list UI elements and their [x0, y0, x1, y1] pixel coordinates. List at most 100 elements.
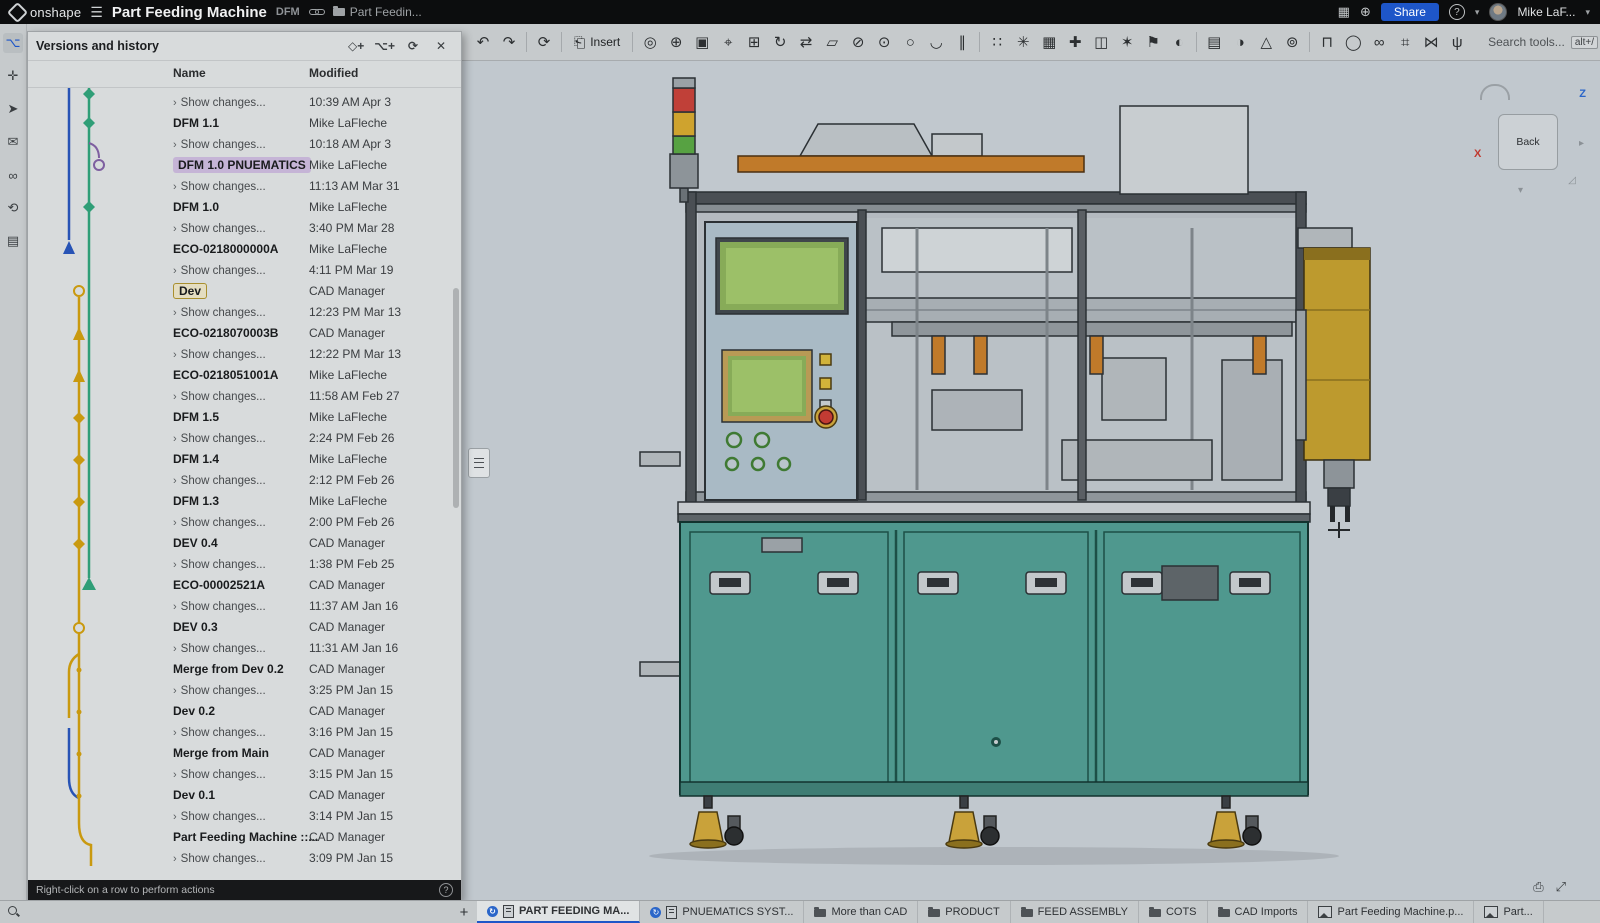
redo-icon[interactable]: ↷	[496, 29, 522, 55]
rotate-down-icon[interactable]: ▾	[1518, 185, 1523, 196]
rotate-right-icon[interactable]: ▸	[1579, 138, 1584, 149]
slider-mate-icon[interactable]: ⇄	[793, 29, 819, 55]
show-changes-link[interactable]: Show changes...	[181, 97, 266, 109]
version-row[interactable]: Dev 0.2CAD Manager›Show changes...3:16 P…	[28, 701, 461, 743]
show-changes-link[interactable]: Show changes...	[181, 559, 266, 571]
create-branch-icon[interactable]: ⌥+	[372, 36, 397, 56]
show-changes-link[interactable]: Show changes...	[181, 517, 266, 529]
column-name[interactable]: Name	[173, 66, 206, 80]
parallel-mate-icon[interactable]: ∥	[949, 29, 975, 55]
show-changes-link[interactable]: Show changes...	[181, 223, 266, 235]
version-row[interactable]: DFM 1.5Mike LaFleche›Show changes...2:24…	[28, 407, 461, 449]
versions-history-icon[interactable]: ⌥	[3, 33, 23, 53]
multi-select-icon[interactable]: ψ	[1444, 29, 1470, 55]
loop-select-icon[interactable]: ◯	[1340, 29, 1366, 55]
fastened-mate-icon[interactable]: ⊞	[741, 29, 767, 55]
transform-icon[interactable]: ✚	[1062, 29, 1088, 55]
rotate-corner-icon[interactable]: ◿	[1568, 175, 1576, 186]
intersection-select-icon[interactable]: ⋈	[1418, 29, 1444, 55]
version-row[interactable]: DFM 1.0 PNUEMATICSMike LaFleche›Show cha…	[28, 155, 461, 197]
insert-button[interactable]: ⎗ Insert	[566, 31, 628, 54]
mate-icon[interactable]: ⊕	[663, 29, 689, 55]
sheet-metal-icon[interactable]: △	[1253, 29, 1279, 55]
globe-icon[interactable]: ⊕	[1360, 4, 1371, 20]
named-views-icon[interactable]: ◎	[637, 29, 663, 55]
show-changes-link[interactable]: Show changes...	[181, 433, 266, 445]
user-avatar[interactable]	[1489, 3, 1507, 21]
linear-pattern-icon[interactable]: ∷	[984, 29, 1010, 55]
version-row[interactable]: Merge from Dev 0.2CAD Manager›Show chang…	[28, 659, 461, 701]
exploded-view-icon[interactable]: ✶	[1114, 29, 1140, 55]
snapshot-icon[interactable]: ◫	[1088, 29, 1114, 55]
follow-mode-icon[interactable]: ➤	[3, 99, 23, 119]
version-row[interactable]: DFM 1.3Mike LaFleche›Show changes...2:00…	[28, 491, 461, 533]
document-tab[interactable]: COTS	[1139, 901, 1208, 923]
show-changes-link[interactable]: Show changes...	[181, 139, 266, 151]
fit-view-icon[interactable]: ⤢	[1556, 879, 1566, 895]
breadcrumb[interactable]: Part Feedin...	[333, 5, 422, 19]
document-tab[interactable]: Part...	[1474, 901, 1543, 923]
column-modified[interactable]: Modified	[309, 66, 358, 80]
version-row[interactable]: DEV 0.4CAD Manager›Show changes...1:38 P…	[28, 533, 461, 575]
print-icon[interactable]: ⎙	[1533, 879, 1543, 895]
linked-documents-icon[interactable]: ∞	[3, 165, 23, 185]
version-row[interactable]: ›Show changes...10:39 AM Apr 3	[28, 92, 461, 113]
version-row[interactable]: ECO-0218070003BCAD Manager›Show changes.…	[28, 323, 461, 365]
search-tabs-button[interactable]	[0, 901, 27, 923]
pin-slot-mate-icon[interactable]: ⊙	[871, 29, 897, 55]
show-changes-link[interactable]: Show changes...	[181, 643, 266, 655]
refresh-icon[interactable]: ⟳	[401, 36, 425, 56]
custom-tables-icon[interactable]: ▤	[3, 231, 23, 251]
revolute-mate-icon[interactable]: ↻	[767, 29, 793, 55]
display-states-icon[interactable]: ◐	[1166, 29, 1192, 55]
version-row[interactable]: DFM 1.1Mike LaFleche›Show changes...10:1…	[28, 113, 461, 155]
undo-icon[interactable]: ↶	[470, 29, 496, 55]
show-changes-link[interactable]: Show changes...	[181, 391, 266, 403]
circular-pattern-icon[interactable]: ✳	[1010, 29, 1036, 55]
document-tab[interactable]: ↻PNUEMATICS SYST...	[640, 901, 804, 923]
version-row[interactable]: Dev 0.1CAD Manager›Show changes...3:14 P…	[28, 785, 461, 827]
group-parts-icon[interactable]: ▣	[689, 29, 715, 55]
onshape-logo[interactable]: onshape	[10, 5, 81, 20]
tangent-mate-icon[interactable]: ◡	[923, 29, 949, 55]
rotate-arc-icon[interactable]	[1480, 84, 1510, 100]
hole-icon[interactable]: ⊚	[1279, 29, 1305, 55]
appearance-icon[interactable]: ◑	[1227, 29, 1253, 55]
close-icon[interactable]: ✕	[429, 36, 453, 56]
chain-select-icon[interactable]: ∞	[1366, 29, 1392, 55]
copy-link-icon[interactable]	[309, 8, 324, 16]
update-document-icon[interactable]: ⟳	[531, 29, 557, 55]
ball-mate-icon[interactable]: ○	[897, 29, 923, 55]
show-changes-link[interactable]: Show changes...	[181, 811, 266, 823]
bom-table-icon[interactable]: ▤	[1201, 29, 1227, 55]
show-changes-link[interactable]: Show changes...	[181, 685, 266, 697]
show-changes-link[interactable]: Show changes...	[181, 181, 266, 193]
magnet-snap-icon[interactable]: ⊓	[1314, 29, 1340, 55]
share-button[interactable]: Share	[1381, 3, 1439, 21]
document-tab[interactable]: ↻PART FEEDING MA...	[477, 901, 640, 923]
version-row[interactable]: Merge from MainCAD Manager›Show changes.…	[28, 743, 461, 785]
search-tools[interactable]: Search tools... alt+/	[1488, 35, 1600, 49]
view-cube[interactable]: Back Z X ▸ ▾ ◿	[1474, 82, 1586, 204]
create-version-icon[interactable]: ◇+	[344, 36, 368, 56]
version-row[interactable]: ECO-0218000000AMike LaFleche›Show change…	[28, 239, 461, 281]
show-changes-link[interactable]: Show changes...	[181, 349, 266, 361]
create-version-icon[interactable]: ✛	[3, 66, 23, 86]
document-tab[interactable]: CAD Imports	[1208, 901, 1309, 923]
document-tab[interactable]: More than CAD	[804, 901, 918, 923]
show-changes-link[interactable]: Show changes...	[181, 601, 266, 613]
version-row[interactable]: DFM 1.0Mike LaFleche›Show changes...3:40…	[28, 197, 461, 239]
replicate-icon[interactable]: ▦	[1036, 29, 1062, 55]
help-icon[interactable]: ?	[1449, 4, 1465, 20]
version-row[interactable]: Part Feeding Machine ::...CAD Manager›Sh…	[28, 827, 461, 869]
show-changes-link[interactable]: Show changes...	[181, 769, 266, 781]
version-row[interactable]: ECO-0218051001AMike LaFleche›Show change…	[28, 365, 461, 407]
collapsed-panel-handle[interactable]	[468, 448, 490, 478]
view-cube-face[interactable]: Back	[1498, 114, 1558, 170]
main-menu-icon[interactable]: ☰	[90, 4, 103, 21]
planar-mate-icon[interactable]: ▱	[819, 29, 845, 55]
show-changes-link[interactable]: Show changes...	[181, 853, 266, 865]
show-changes-link[interactable]: Show changes...	[181, 265, 266, 277]
document-tab[interactable]: PRODUCT	[918, 901, 1010, 923]
show-changes-link[interactable]: Show changes...	[181, 307, 266, 319]
